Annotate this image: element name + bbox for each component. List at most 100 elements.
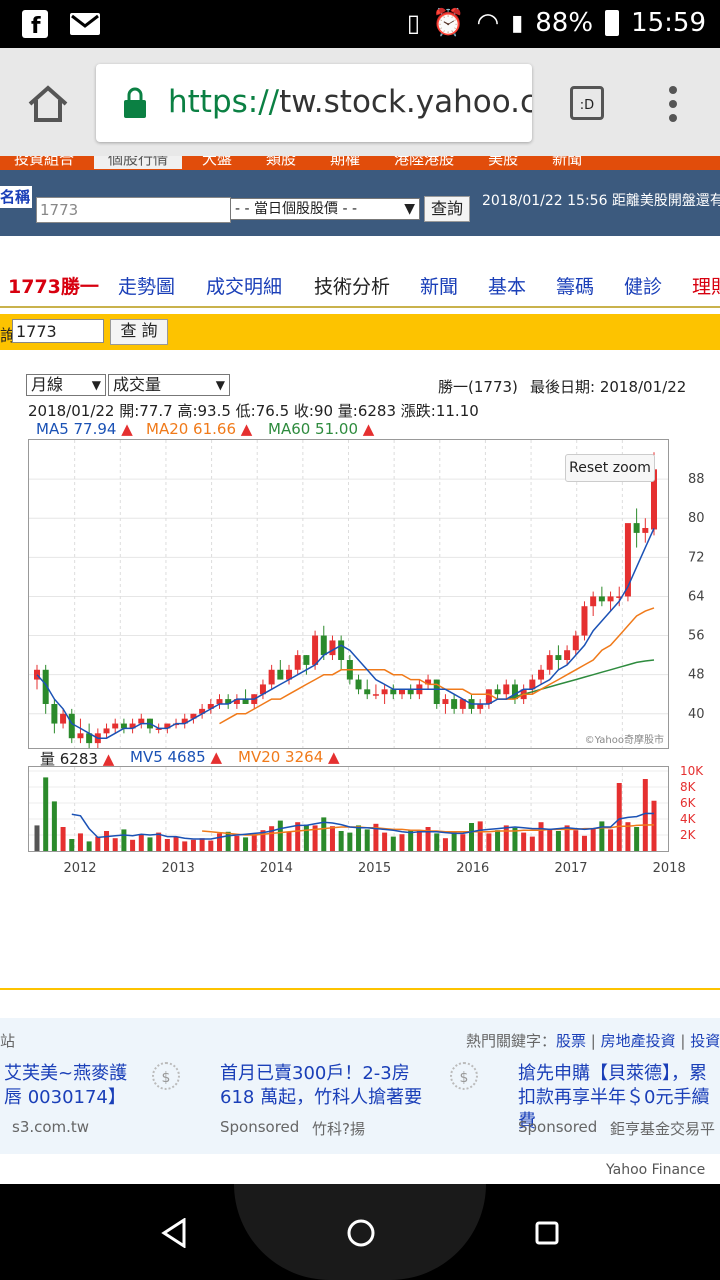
candle-body (598, 596, 605, 602)
ad-title[interactable]: 首月已賣300戶！2-3房618 萬起，竹科人搶著要 (220, 1062, 440, 1110)
ma60-line (506, 659, 655, 700)
reset-zoom-button[interactable]: Reset zoom (565, 454, 655, 482)
nav-trend[interactable]: 走勢圖 (118, 272, 175, 299)
volume-bar (616, 783, 622, 851)
volume-bar (399, 834, 405, 851)
name-label: 名稱 (0, 186, 32, 208)
ad-sponsored: Sponsored (518, 1118, 598, 1136)
nav-news[interactable]: 新聞 (420, 272, 458, 299)
volume-bar (329, 826, 335, 851)
site-tab[interactable]: 新聞 (538, 156, 597, 169)
candle-body (451, 699, 458, 709)
hot-link[interactable]: 投資 (690, 1032, 720, 1050)
indicator-select[interactable]: 成交量 ▼ (108, 374, 230, 396)
query-submit-button[interactable]: 查 詢 (110, 319, 168, 345)
home-circle-icon[interactable] (346, 1218, 376, 1248)
candle-body (590, 596, 597, 607)
volume-bar (286, 831, 292, 851)
volume-bar (130, 839, 136, 851)
price-tick-label: 88 (688, 472, 705, 487)
volume-bar (529, 836, 535, 851)
mv20-legend: MV20 3264 ▲ (238, 748, 340, 766)
tab-switcher-icon[interactable]: :D (570, 86, 604, 120)
nav-finance[interactable]: 理財 (692, 272, 720, 299)
nav-stock-name[interactable]: 1773勝一 (8, 272, 99, 299)
hot-link[interactable]: 股票 (556, 1032, 586, 1050)
year-tick-label: 2013 (162, 861, 195, 876)
candle-body (364, 689, 371, 695)
candle-body (103, 728, 110, 734)
year-tick-label: 2014 (260, 861, 293, 876)
nav-technical[interactable]: 技術分析 (314, 272, 390, 299)
site-tabs: 投資組合 個股行情 大盤 類股 期權 港陸港股 美股 新聞 (0, 156, 720, 170)
battery-icon (605, 10, 620, 36)
query-button[interactable]: 查詢 (424, 196, 470, 222)
address-bar[interactable]: https://tw.stock.yahoo.co (96, 64, 532, 142)
footer-yahoo-finance[interactable]: Yahoo Finance (606, 1162, 705, 1178)
back-icon[interactable] (160, 1218, 188, 1248)
period-select[interactable]: 月線 ▼ (26, 374, 106, 396)
mv5-legend: MV5 4685 ▲ (130, 748, 223, 766)
candle-body (338, 640, 345, 660)
candle-body (555, 655, 562, 660)
site-tab[interactable]: 個股行情 (94, 156, 183, 169)
home-icon[interactable] (26, 84, 70, 128)
price-tick-label: 56 (688, 629, 705, 644)
volume-bar (147, 837, 153, 851)
ad-source: 竹科?揚 (312, 1120, 365, 1138)
up-arrow-icon: ▲ (240, 420, 253, 438)
ad-title[interactable]: 艾芙美~燕麥護唇 0030174】 (4, 1062, 144, 1110)
nav-health[interactable]: 健診 (624, 272, 662, 299)
volume-bar (364, 829, 370, 851)
volume-bar (199, 838, 205, 851)
volume-bar (208, 840, 214, 851)
site-tab[interactable]: 美股 (474, 156, 533, 169)
volume-bar (347, 832, 353, 851)
nav-trade-detail[interactable]: 成交明細 (206, 272, 282, 299)
ad-source: 鉅亨基金交易平 (610, 1120, 716, 1138)
stock-label: 勝一(1773) (438, 378, 518, 396)
volume-chart[interactable] (28, 766, 669, 852)
hot-link[interactable]: 房地產投資 (601, 1032, 676, 1050)
volume-bar (77, 833, 83, 851)
ad-dollar-icon: $ (450, 1062, 478, 1090)
candle-body (294, 655, 301, 670)
ma5-line (36, 527, 655, 739)
volume-bar (182, 841, 188, 851)
volume-bar (590, 828, 596, 851)
quote-type-select[interactable]: - - 當日個股股價 - - ▼ (230, 198, 420, 220)
price-chart[interactable]: Reset zoom ©Yahoo奇摩股市 (28, 439, 669, 749)
site-tab[interactable]: 期權 (316, 156, 375, 169)
volume-axis: 2K 4K 6K 8K 10K (680, 766, 704, 842)
volume-bar (416, 831, 422, 851)
nav-chips[interactable]: 籌碼 (556, 272, 594, 299)
stock-search-input[interactable]: 1773 (36, 197, 231, 223)
site-tab[interactable]: 類股 (252, 156, 311, 169)
menu-dots-icon[interactable] (668, 84, 678, 128)
wifi-icon: ◠ (476, 8, 500, 38)
volume-bar (225, 831, 231, 851)
candle-body (607, 596, 614, 602)
volume-tick-label: 10K (680, 766, 704, 778)
site-tab[interactable]: 投資組合 (0, 156, 89, 169)
candle-body (51, 704, 58, 724)
candle-body (68, 713, 75, 739)
ma60-legend: MA60 51.00 ▲ (268, 420, 375, 438)
candle-body (303, 655, 310, 665)
battery-percent: 88% (535, 8, 594, 38)
volume-bar (86, 841, 92, 851)
query-input[interactable]: 1773 (12, 319, 104, 343)
clock: 15:59 (631, 8, 706, 38)
nav-basic[interactable]: 基本 (488, 272, 526, 299)
recents-icon[interactable] (534, 1220, 560, 1246)
ma20-legend: MA20 61.66 ▲ (146, 420, 253, 438)
volume-bar (442, 838, 448, 851)
chart-credit: ©Yahoo奇摩股市 (584, 735, 664, 746)
site-tab[interactable]: 港陸港股 (380, 156, 469, 169)
volume-bar (651, 800, 657, 851)
quote-search-bar: 名稱 1773 - - 當日個股股價 - - ▼ 查詢 2018/01/22 15… (0, 170, 720, 236)
ad-source: s3.com.tw (12, 1118, 90, 1136)
ad-dollar-icon: $ (152, 1062, 180, 1090)
site-tab[interactable]: 大盤 (188, 156, 247, 169)
volume-bar (503, 825, 509, 851)
